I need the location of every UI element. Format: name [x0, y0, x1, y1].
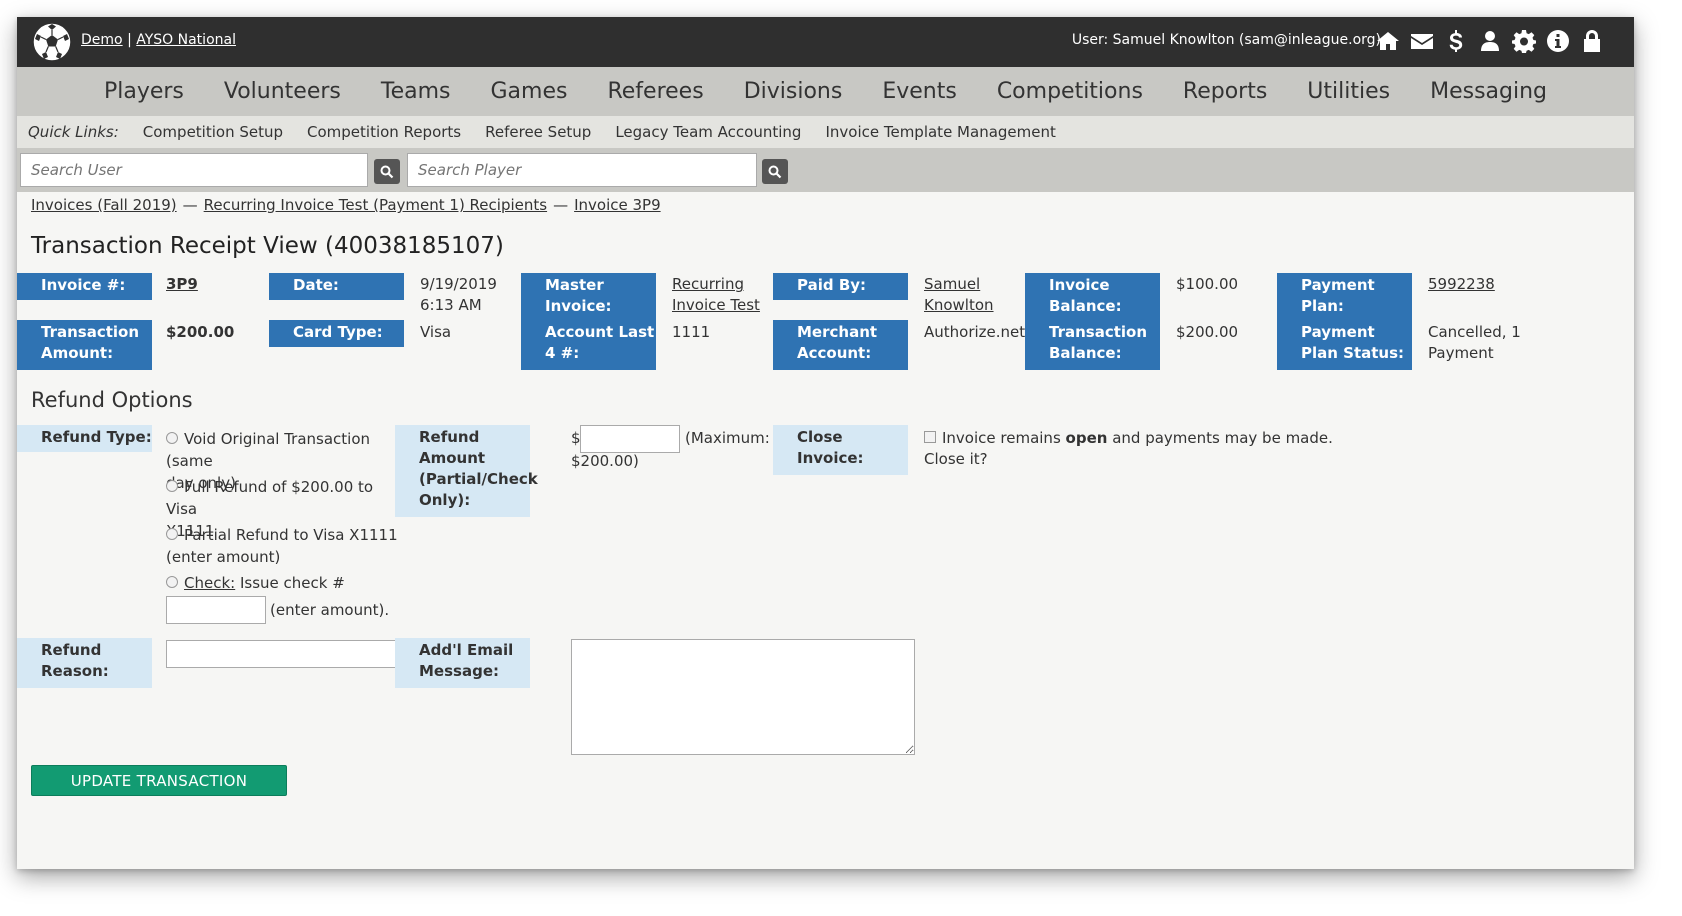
account-last-value: 1111 — [672, 323, 711, 341]
quicklink-competition-reports[interactable]: Competition Reports — [307, 123, 461, 141]
refund-amount-label: Refund Amount (Partial/Check Only): — [395, 425, 538, 517]
quicklink-competition-setup[interactable]: Competition Setup — [143, 123, 283, 141]
transaction-balance-value: $200.00 — [1176, 323, 1239, 341]
nav-games[interactable]: Games — [471, 79, 588, 104]
update-transaction-button[interactable]: UPDATE TRANSACTION — [31, 765, 287, 796]
org-separator: | — [127, 32, 132, 48]
quick-links-bar: Quick Links: Competition Setup Competiti… — [17, 116, 1634, 148]
search-player-button[interactable] — [762, 159, 788, 184]
invoice-number-label: Invoice #: — [17, 273, 152, 300]
dollar-icon[interactable] — [1444, 27, 1468, 55]
refund-type-label: Refund Type: — [17, 425, 152, 452]
soccer-ball-logo — [32, 22, 72, 62]
account-last-label: Account Last 4 #: — [521, 320, 656, 370]
payment-plan-label: Payment Plan: — [1277, 273, 1412, 320]
nav-events[interactable]: Events — [862, 79, 977, 104]
search-icon — [380, 165, 394, 178]
invoice-balance-label: Invoice Balance: — [1025, 273, 1160, 320]
paid-by-label: Paid By: — [773, 273, 908, 300]
close-invoice-label: Close Invoice: — [773, 425, 908, 475]
nav-volunteers[interactable]: Volunteers — [204, 79, 361, 104]
transaction-amount-value: $200.00 — [166, 323, 235, 341]
lock-icon[interactable] — [1580, 27, 1604, 55]
search-user-button[interactable] — [374, 159, 400, 184]
refund-amount-input[interactable] — [580, 425, 680, 453]
close-invoice-option: Invoice remains open and payments may be… — [924, 429, 1333, 468]
quicklink-invoice-template-management[interactable]: Invoice Template Management — [825, 123, 1055, 141]
refund-options-title: Refund Options — [31, 388, 193, 412]
card-type-value: Visa — [420, 323, 452, 341]
page-title: Transaction Receipt View (40038185107) — [31, 233, 504, 259]
payment-plan-status-label: Payment Plan Status: — [1277, 320, 1412, 370]
check-number-input[interactable] — [166, 596, 266, 624]
check-refund-radio[interactable] — [166, 576, 178, 588]
breadcrumb-recipients[interactable]: Recurring Invoice Test (Payment 1) Recip… — [204, 196, 547, 214]
search-icon — [768, 165, 782, 178]
refund-amount-max-2: $200.00) — [571, 452, 639, 470]
payment-plan-status-value: Cancelled, 1 Payment — [1428, 323, 1521, 362]
refund-reason-input[interactable] — [166, 640, 395, 668]
nav-reports[interactable]: Reports — [1163, 79, 1287, 104]
app-window: Demo | AYSO National User: Samuel Knowlt… — [17, 17, 1634, 869]
quicklink-referee-setup[interactable]: Referee Setup — [485, 123, 591, 141]
refund-amount-max-1: (Maximum: — [685, 429, 770, 447]
nav-referees[interactable]: Referees — [587, 79, 723, 104]
close-invoice-checkbox[interactable] — [924, 431, 936, 443]
top-bar: Demo | AYSO National User: Samuel Knowlt… — [17, 17, 1634, 67]
quicklink-legacy-team-accounting[interactable]: Legacy Team Accounting — [615, 123, 801, 141]
refund-reason-label: Refund Reason: — [17, 638, 152, 688]
master-invoice-label: Master Invoice: — [521, 273, 656, 320]
breadcrumb-invoices[interactable]: Invoices (Fall 2019) — [31, 196, 177, 214]
breadcrumb-separator: — — [553, 196, 569, 214]
user-info: User: Samuel Knowlton (sam@inleague.org) — [1071, 32, 1381, 48]
transaction-amount-label: Transaction Amount: — [17, 320, 152, 370]
org-link[interactable]: AYSO National — [136, 32, 236, 48]
search-bar — [17, 148, 1634, 192]
mail-icon[interactable] — [1410, 27, 1434, 55]
gear-icon[interactable] — [1512, 27, 1536, 55]
search-player-input[interactable] — [407, 153, 757, 187]
transaction-balance-label: Transaction Balance: — [1025, 320, 1160, 370]
nav-messaging[interactable]: Messaging — [1410, 79, 1567, 104]
paid-by-value: Samuel Knowlton — [924, 275, 994, 314]
nav-utilities[interactable]: Utilities — [1287, 79, 1410, 104]
nav-divisions[interactable]: Divisions — [724, 79, 863, 104]
quick-links-label: Quick Links: — [28, 123, 119, 141]
user-icon[interactable] — [1478, 27, 1502, 55]
breadcrumb-invoice[interactable]: Invoice 3P9 — [574, 196, 661, 214]
master-invoice-value: Recurring Invoice Test — [672, 275, 760, 314]
nav-teams[interactable]: Teams — [361, 79, 471, 104]
top-icon-bar — [1376, 27, 1604, 55]
email-message-label: Add'l Email Message: — [395, 638, 530, 688]
card-type-label: Card Type: — [269, 320, 404, 347]
nav-players[interactable]: Players — [84, 79, 204, 104]
date-label: Date: — [269, 273, 404, 300]
merchant-account-label: Merchant Account: — [773, 320, 908, 370]
full-refund-radio[interactable] — [166, 480, 178, 492]
payment-plan-value: 5992238 — [1428, 275, 1495, 293]
refund-option-check: Check: Issue check # — [166, 572, 406, 594]
breadcrumb: Invoices (Fall 2019) — Recurring Invoice T… — [31, 196, 661, 214]
breadcrumb-separator: — — [182, 196, 198, 214]
email-message-textarea[interactable] — [571, 639, 915, 755]
void-radio[interactable] — [166, 432, 178, 444]
org-links: Demo | AYSO National — [81, 32, 236, 48]
check-amount-hint: (enter amount). — [270, 601, 390, 619]
demo-link[interactable]: Demo — [81, 32, 123, 48]
refund-option-partial: Partial Refund to Visa X1111 (enter amoun… — [166, 526, 398, 566]
invoice-balance-value: $100.00 — [1176, 275, 1239, 293]
home-icon[interactable] — [1376, 27, 1400, 55]
partial-refund-radio[interactable] — [166, 528, 178, 540]
invoice-number-value: 3P9 — [166, 275, 198, 293]
date-value: 9/19/2019 6:13 AM — [420, 275, 497, 314]
search-user-input[interactable] — [20, 153, 368, 187]
nav-competitions[interactable]: Competitions — [977, 79, 1163, 104]
info-icon[interactable] — [1546, 27, 1570, 55]
merchant-account-value: Authorize.net — [924, 323, 1026, 341]
check-link[interactable]: Check: — [184, 574, 235, 592]
main-nav: Players Volunteers Teams Games Referees … — [17, 67, 1634, 116]
